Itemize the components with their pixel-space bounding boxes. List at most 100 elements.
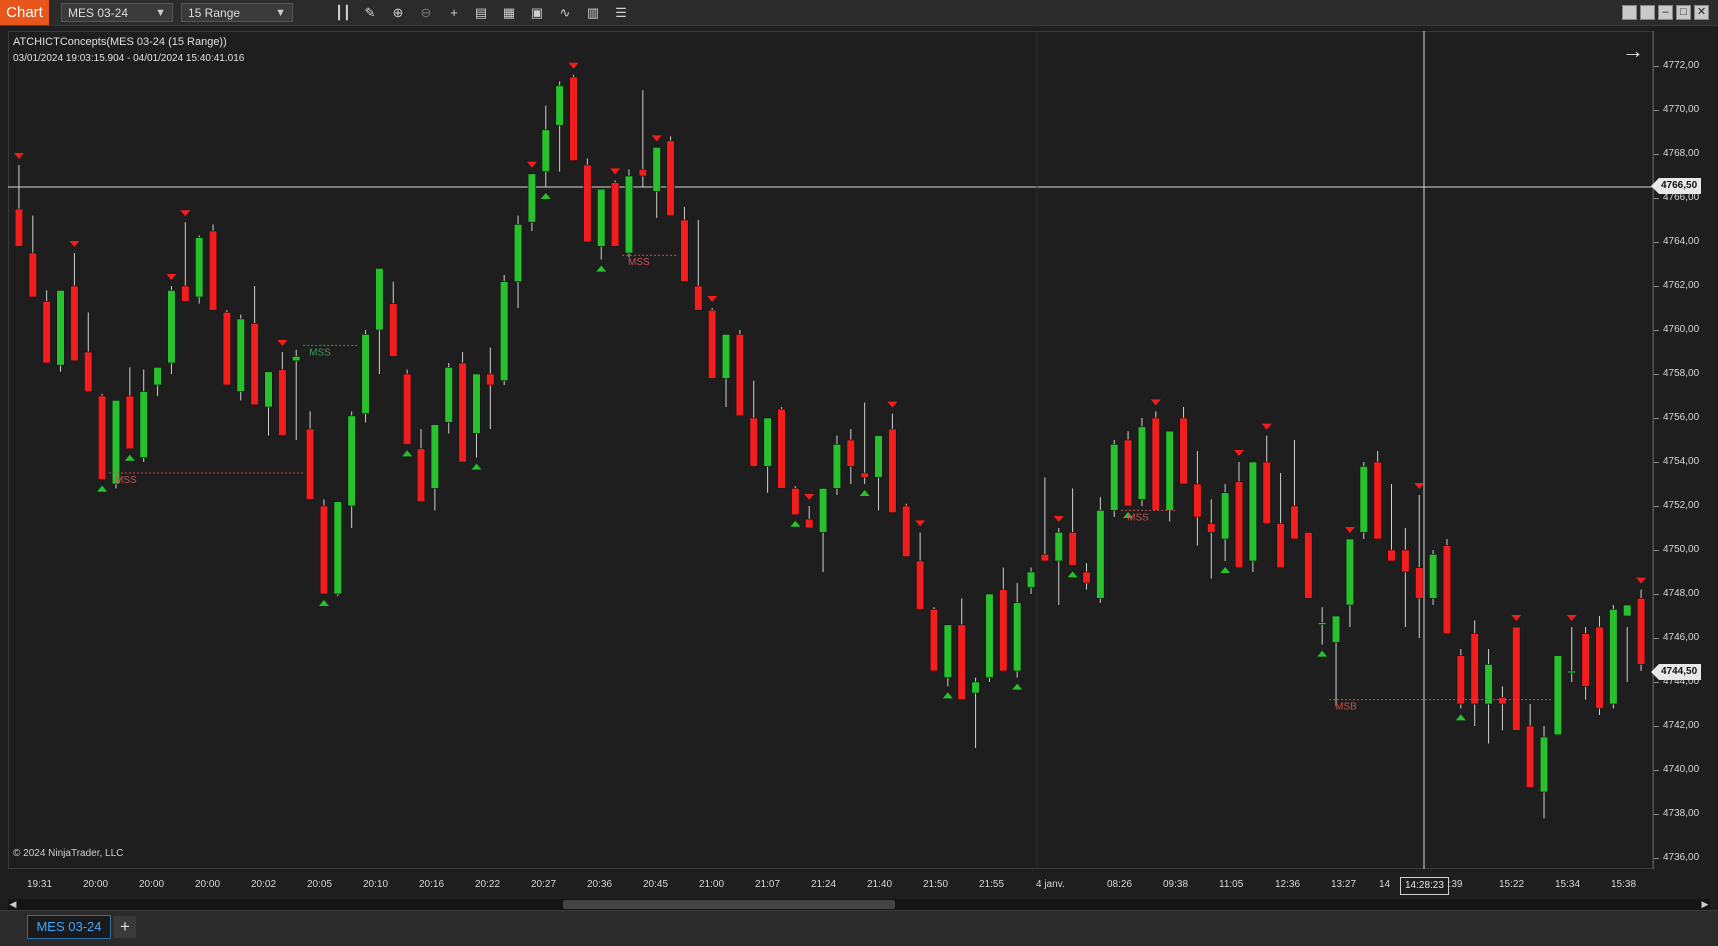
candle-body xyxy=(28,252,37,298)
scroll-left-icon[interactable]: ◀ xyxy=(8,899,18,910)
candle xyxy=(638,90,647,187)
price-label: 4752,00 xyxy=(1663,500,1700,511)
candle xyxy=(430,424,439,511)
tab-bar: MES 03-24 + xyxy=(0,910,1718,946)
candle xyxy=(1470,620,1479,726)
scroll-thumb[interactable] xyxy=(563,900,895,909)
arrow-right-icon[interactable]: → xyxy=(1620,38,1646,64)
candle xyxy=(721,334,731,407)
candle-body xyxy=(222,312,232,386)
candle-body xyxy=(1359,466,1368,533)
price-label: 4746,00 xyxy=(1663,632,1700,643)
time-label: 14 xyxy=(1379,879,1391,890)
candle-body xyxy=(1276,523,1285,568)
candle-body xyxy=(818,488,828,533)
candle xyxy=(333,501,342,597)
candle xyxy=(1123,431,1133,507)
candle-body xyxy=(278,369,287,436)
candle xyxy=(1234,462,1244,568)
price-chart: MSS MSS MSS MSS MSB xyxy=(8,31,1653,869)
candle xyxy=(28,215,37,298)
candle-body xyxy=(1609,609,1618,705)
swing-low-marker xyxy=(1220,567,1231,573)
price-tick xyxy=(1654,726,1659,727)
candle-body xyxy=(1526,725,1535,788)
candle xyxy=(444,363,453,434)
time-label: 20:16 xyxy=(419,879,445,890)
horizontal-scrollbar[interactable]: ◀ ▶ xyxy=(8,899,1710,910)
indicator-date-range: 03/01/2024 19:03:15.904 - 04/01/2024 15:… xyxy=(13,53,245,64)
candle-body xyxy=(916,560,925,610)
time-label: 12:36 xyxy=(1275,879,1301,890)
candle-body xyxy=(264,371,273,408)
swing-high-marker xyxy=(13,153,24,159)
add-tab-button[interactable]: + xyxy=(114,916,136,938)
price-axis[interactable]: 4772,00 4770,00 4768,00 4766,00 4764,00 4762,… xyxy=(1653,31,1718,869)
swing-low-marker xyxy=(540,193,551,199)
swing-high-marker xyxy=(707,296,718,302)
candle-body xyxy=(1262,461,1271,524)
candle xyxy=(1526,704,1535,788)
candle-body xyxy=(943,624,952,678)
structure-label: MSB xyxy=(1335,702,1357,713)
time-label: 21:40 xyxy=(867,879,893,890)
candle-body xyxy=(694,285,703,311)
candle xyxy=(1110,440,1119,517)
candle-body xyxy=(708,309,717,379)
candle xyxy=(1345,538,1355,627)
swing-high-marker xyxy=(804,494,815,500)
swing-high-marker xyxy=(1261,423,1272,430)
candle-body xyxy=(1082,571,1091,584)
candle-body xyxy=(444,367,453,423)
candle-body xyxy=(1331,615,1341,643)
candle-body xyxy=(805,518,814,529)
candle-body xyxy=(1290,505,1299,540)
price-tick xyxy=(1654,198,1659,199)
candle xyxy=(486,347,495,429)
price-label: 4738,00 xyxy=(1663,808,1700,819)
candle-body xyxy=(638,169,647,177)
candle-body xyxy=(888,428,897,513)
scroll-right-icon[interactable]: ▶ xyxy=(1700,899,1710,910)
time-label: 20:00 xyxy=(195,879,221,890)
candle xyxy=(1276,473,1285,568)
candle xyxy=(832,435,842,495)
candle xyxy=(1498,686,1507,731)
swing-high-marker xyxy=(166,274,177,280)
time-label: 21:24 xyxy=(811,879,837,890)
candle xyxy=(888,413,897,513)
candle xyxy=(541,105,550,187)
candle-body xyxy=(1636,598,1646,665)
swing-low-marker xyxy=(1455,714,1466,721)
candle-body xyxy=(1553,655,1562,736)
candle-body xyxy=(1179,417,1188,485)
candle-body xyxy=(84,351,93,392)
time-label: 20:45 xyxy=(643,879,669,890)
swing-high-marker xyxy=(180,210,191,217)
candle-body xyxy=(181,285,190,302)
candle xyxy=(250,286,259,406)
candle xyxy=(389,281,398,357)
swing-high-marker xyxy=(1511,615,1522,621)
structure-label: MSS xyxy=(309,347,331,358)
candle-body xyxy=(1234,481,1244,568)
swing-low-marker xyxy=(97,485,108,492)
candle-body xyxy=(1221,492,1230,540)
candle-body xyxy=(1137,426,1147,500)
candle xyxy=(652,147,661,218)
candle xyxy=(1359,462,1368,539)
candle-body xyxy=(957,624,966,700)
candle xyxy=(1165,430,1174,522)
swing-high-marker xyxy=(1053,516,1064,522)
tab-mes-03-24[interactable]: MES 03-24 xyxy=(27,915,111,939)
swing-low-marker xyxy=(1012,683,1023,690)
candle xyxy=(971,677,980,748)
candle-body xyxy=(1387,549,1396,562)
candle-body xyxy=(98,395,107,480)
candle xyxy=(1512,626,1521,731)
candle-body xyxy=(1581,633,1590,687)
candle-body xyxy=(513,224,523,282)
swing-high-marker xyxy=(915,520,926,527)
time-label: 20:10 xyxy=(363,879,389,890)
candle xyxy=(1415,495,1424,638)
